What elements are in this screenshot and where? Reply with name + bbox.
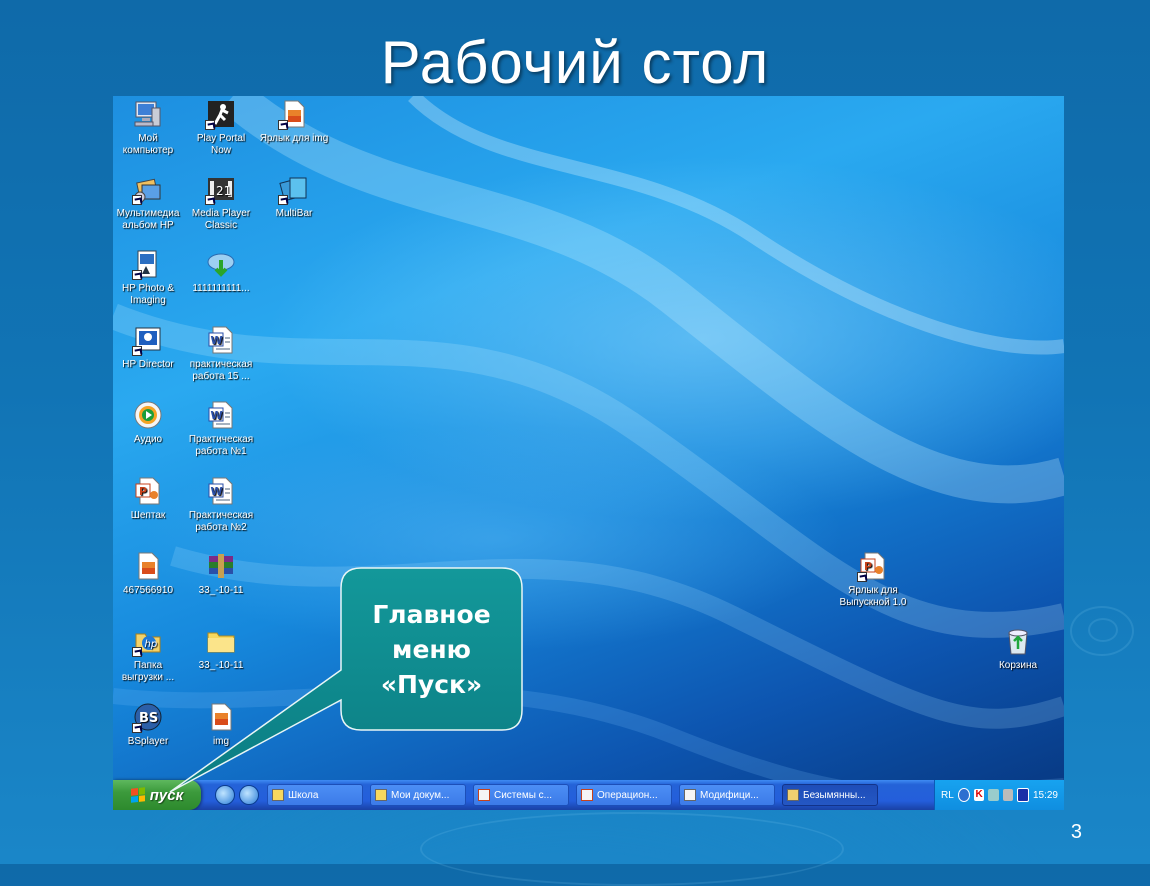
page-number: 3	[1070, 821, 1082, 843]
callout-bubble	[169, 567, 523, 793]
callout-text: Главное меню «Пуск»	[372, 599, 491, 699]
